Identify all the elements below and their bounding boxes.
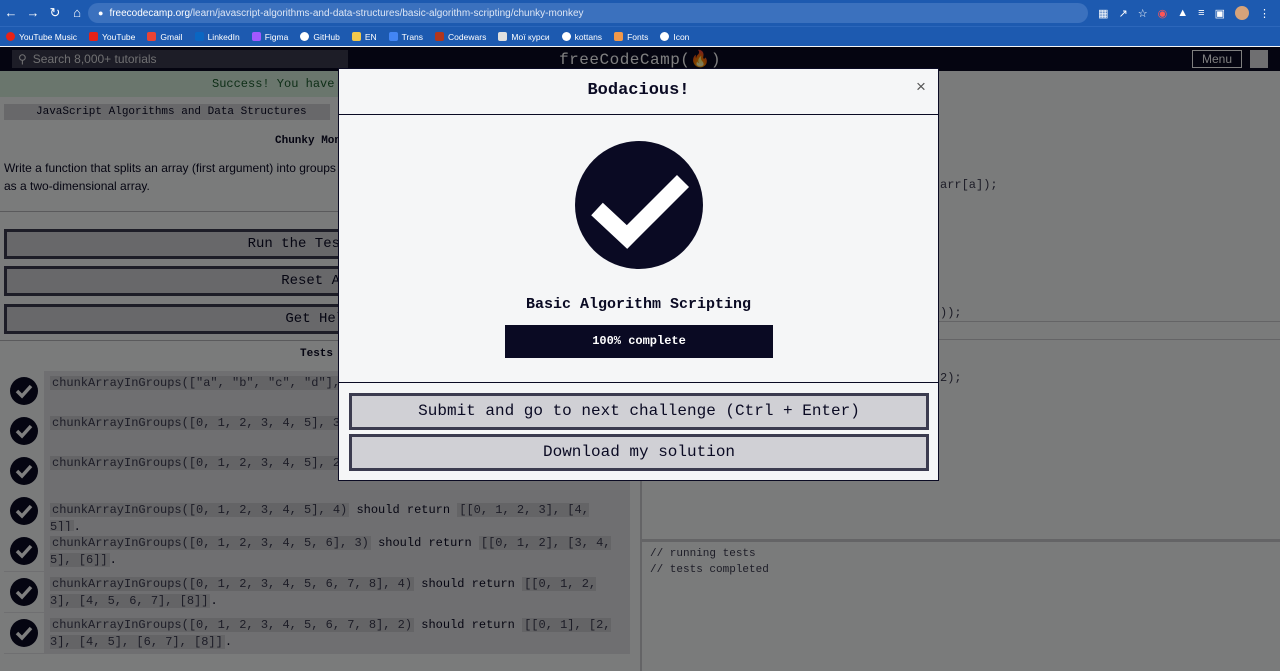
star-icon[interactable]: ☆ [1138, 7, 1148, 20]
bookmark-gmail[interactable]: Gmail [147, 32, 183, 42]
keyboard-icon [351, 32, 361, 41]
progress-label: 100% complete [592, 334, 686, 348]
translate-icon[interactable]: ▦ [1098, 7, 1108, 20]
sidepanel-icon[interactable]: ▣ [1215, 7, 1225, 20]
share-icon[interactable]: ↗ [1119, 7, 1128, 20]
url-path: /learn/javascript-algorithms-and-data-st… [190, 7, 584, 19]
gmail-icon [147, 32, 157, 41]
bookmark-linkedin[interactable]: LinkedIn [194, 32, 240, 42]
forward-icon[interactable]: → [22, 0, 44, 26]
address-bar[interactable]: ● freecodecamp.org/learn/javascript-algo… [88, 3, 1088, 23]
bookmark-trans[interactable]: Trans [388, 32, 423, 42]
back-icon[interactable]: ← [0, 0, 22, 26]
bookmark-en[interactable]: EN [351, 32, 377, 42]
bookmark-github[interactable]: GitHub [300, 32, 340, 42]
bookmark-figma[interactable]: Figma [251, 32, 288, 42]
github-icon [300, 32, 310, 41]
github-icon [561, 32, 571, 41]
bookmark-codewars[interactable]: Codewars [435, 32, 486, 42]
browser-toolbar: ← → ↻ ⌂ ● freecodecamp.org/learn/javascr… [0, 0, 1280, 26]
bookmark-youtube[interactable]: YouTube [88, 32, 135, 42]
success-check-icon [575, 141, 703, 269]
codewars-icon [435, 32, 445, 41]
fonts-icon [614, 32, 624, 41]
lock-icon: ● [98, 8, 104, 18]
extension-icon[interactable]: ◉ [1158, 7, 1168, 20]
close-icon[interactable]: × [916, 77, 926, 97]
folder-icon [498, 32, 508, 41]
home-icon[interactable]: ⌂ [66, 0, 88, 26]
more-icon[interactable]: ⋮ [1259, 7, 1270, 20]
profile-avatar[interactable] [1235, 6, 1249, 20]
bookmark-courses[interactable]: Мої курси [498, 32, 550, 42]
progress-bar: 100% complete [505, 325, 773, 358]
modal-header: Bodacious! × [339, 69, 938, 115]
reload-icon[interactable]: ↻ [44, 0, 66, 26]
puzzle-icon[interactable]: ▲ [1177, 7, 1188, 19]
completion-modal: Bodacious! × Basic Algorithm Scripting 1… [338, 68, 939, 481]
bookmark-icon[interactable]: Icon [660, 32, 689, 42]
bookmark-fonts[interactable]: Fonts [614, 32, 648, 42]
submit-next-button[interactable]: Submit and go to next challenge (Ctrl + … [349, 393, 929, 430]
bookmark-youtube-music[interactable]: YouTube Music [6, 32, 77, 42]
linkedin-icon [194, 32, 204, 41]
modal-title: Bodacious! [587, 81, 690, 100]
bookmarks-bar: YouTube Music YouTube Gmail LinkedIn Fig… [0, 26, 1280, 46]
browser-actions: ▦ ↗ ☆ ◉ ▲ ≡ ▣ ⋮ [1098, 0, 1270, 26]
playlist-icon[interactable]: ≡ [1198, 7, 1204, 19]
figma-icon [251, 32, 261, 41]
download-solution-button[interactable]: Download my solution [349, 434, 929, 471]
certification-name: Basic Algorithm Scripting [525, 296, 752, 313]
youtube-icon [88, 32, 98, 41]
icon-site-icon [660, 32, 670, 41]
bookmark-kottans[interactable]: kottans [561, 32, 602, 42]
youtube-music-icon [6, 32, 15, 41]
translate-bm-icon [388, 32, 398, 41]
url-host: freecodecamp.org [109, 7, 191, 19]
divider [339, 382, 938, 383]
